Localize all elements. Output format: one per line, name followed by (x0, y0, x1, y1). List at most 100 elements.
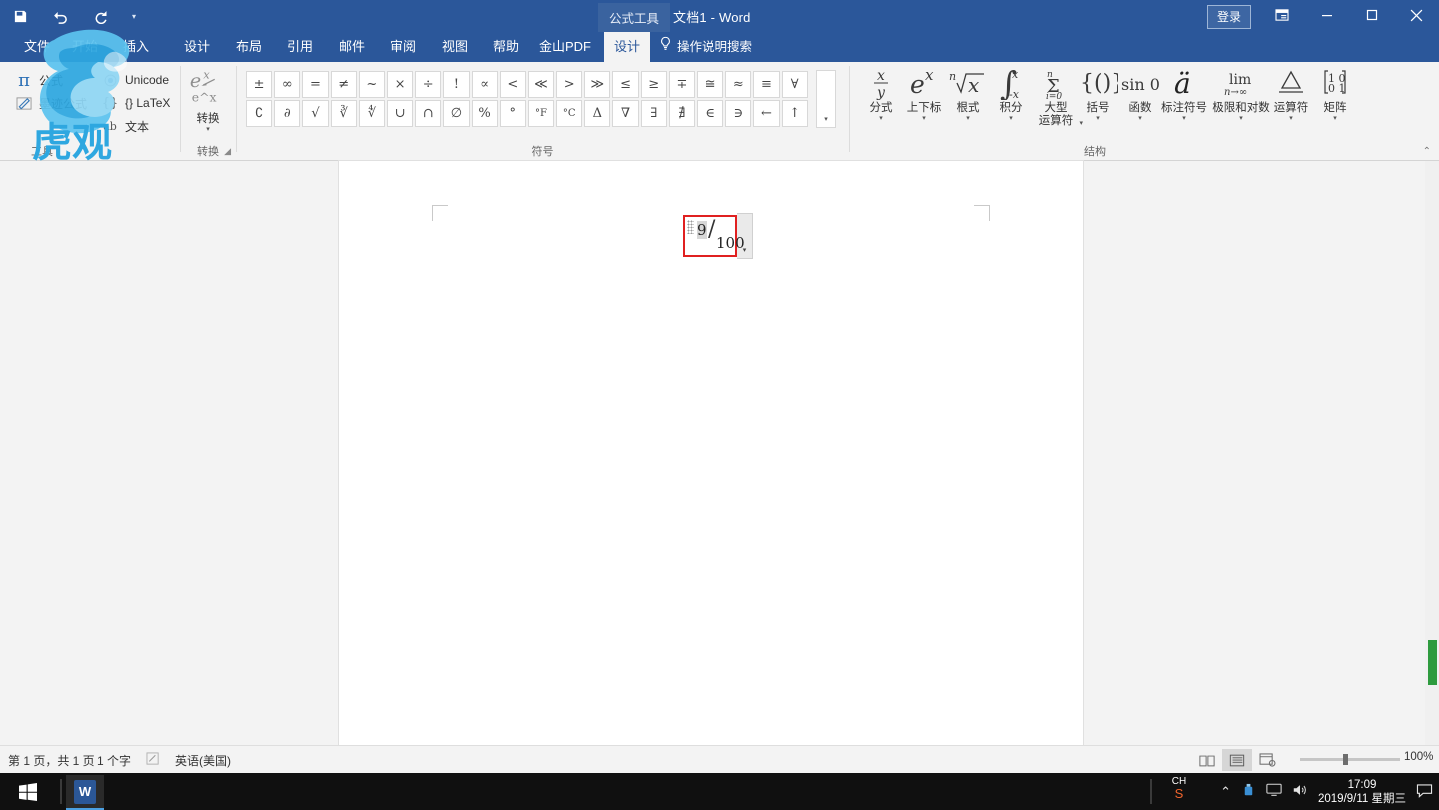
radical-button[interactable]: nx 根式 ▾ (944, 64, 992, 122)
taskbar-clock[interactable]: 17:09 2019/9/11 星期三 (1318, 778, 1406, 806)
symbol-cell[interactable]: ∝ (471, 71, 498, 98)
equation-box-selected[interactable]: 9 / 100 (683, 215, 745, 257)
symbol-cell[interactable]: ≠ (330, 71, 357, 98)
volume-icon[interactable] (1292, 783, 1308, 800)
print-layout-view-button[interactable] (1222, 749, 1252, 771)
symbol-cell[interactable]: ∞ (274, 71, 301, 98)
tab-layout[interactable]: 布局 (226, 32, 272, 62)
symbol-cell[interactable]: ← (753, 100, 780, 127)
abc-text-button[interactable]: ab 文本 (100, 116, 149, 136)
symbol-cell[interactable]: ∈ (697, 100, 724, 127)
symbol-cell[interactable]: ∜ (358, 100, 385, 127)
symbol-cell[interactable]: ∃ (640, 100, 667, 127)
tab-file[interactable]: 文件 (14, 32, 60, 62)
symbol-cell[interactable]: ≈ (725, 71, 752, 98)
page-indicator[interactable]: 第 1 页，共 1 页 (8, 752, 95, 769)
symbols-gallery[interactable]: ± ∞ = ≠ ~ × ÷! ∝ < ≪ > ≫ ≤ ≥ ∓ ≅ ≈ ≡ ∀ ∁ ∂ √ ∛ ∜ ∪ ∩ ∅% ° °F °C Δ ∇ ∃ ∄ ∈ ∋… (245, 70, 810, 128)
symbol-cell[interactable]: ∩ (415, 100, 442, 127)
collapse-ribbon-icon[interactable]: ⌃ (1423, 146, 1431, 157)
tell-me-search[interactable]: 操作说明搜索 (655, 32, 752, 62)
bracket-button[interactable]: {()} 括号 ▾ (1074, 64, 1122, 122)
convert-button[interactable]: e x e^x 转换 ▾ (184, 66, 232, 133)
tab-mailings[interactable]: 邮件 (329, 32, 375, 62)
zoom-slider-handle[interactable] (1343, 754, 1348, 765)
symbol-cell[interactable]: √ (302, 100, 329, 127)
symbol-cell[interactable]: ∄ (668, 100, 695, 127)
chevron-down-icon[interactable]: ▾ (206, 126, 210, 133)
read-mode-view-button[interactable] (1192, 749, 1222, 771)
chevron-down-icon[interactable]: ▾ (1333, 115, 1337, 122)
close-button[interactable] (1394, 0, 1439, 30)
script-button[interactable]: ex 上下标 ▾ (900, 64, 948, 122)
latex-button[interactable]: {} {} LaTeX (100, 93, 171, 113)
operator-button[interactable]: 运算符 ▾ (1265, 64, 1317, 122)
symbol-cell[interactable]: ≪ (527, 71, 555, 98)
equation-field[interactable]: 9 / 100 ▾ (683, 213, 753, 259)
usb-icon[interactable] (1241, 783, 1256, 801)
notifications-icon[interactable] (1416, 783, 1433, 801)
ime-language-indicator[interactable]: CH S (1165, 776, 1193, 801)
sign-in-button[interactable]: 登录 (1206, 5, 1251, 29)
tab-review[interactable]: 审阅 (380, 32, 426, 62)
chevron-down-icon[interactable]: ▾ (966, 115, 970, 122)
word-count[interactable]: 1 个字 (97, 752, 131, 769)
ribbon-display-options-icon[interactable] (1259, 0, 1304, 30)
chevron-down-icon[interactable]: ▾ (879, 115, 883, 122)
undo-icon[interactable] (40, 1, 80, 31)
chevron-down-icon[interactable]: ▾ (1289, 115, 1293, 122)
qat-customize-icon[interactable]: ▾ (120, 1, 148, 31)
symbol-cell[interactable]: ≤ (612, 71, 639, 98)
fraction-button[interactable]: xy 分式 ▾ (857, 64, 905, 122)
chevron-down-icon[interactable]: ▾ (824, 115, 828, 127)
chevron-down-icon[interactable]: ▾ (1009, 115, 1013, 122)
tab-help[interactable]: 帮助 (483, 32, 529, 62)
symbols-scroll[interactable]: ▾ (816, 70, 836, 128)
symbol-cell[interactable]: ÷ (415, 71, 442, 98)
document-page[interactable]: 9 / 100 ▾ (339, 161, 1083, 745)
zoom-level[interactable]: 100% (1404, 751, 1433, 763)
tab-design[interactable]: 设计 (174, 32, 220, 62)
symbol-cell[interactable]: °F (527, 100, 555, 127)
chevron-up-icon[interactable]: ⌃ (1220, 784, 1231, 800)
tab-home[interactable]: 开始 (62, 32, 108, 62)
symbol-cell[interactable]: = (302, 71, 329, 98)
save-icon[interactable] (0, 1, 40, 31)
symbol-cell[interactable]: ∋ (725, 100, 752, 127)
symbol-cell[interactable]: × (386, 71, 414, 98)
symbol-cell[interactable]: ≫ (584, 71, 611, 98)
symbol-cell[interactable]: > (556, 71, 583, 98)
scrollbar-thumb[interactable] (1428, 640, 1437, 685)
symbol-cell[interactable]: ∪ (386, 100, 414, 127)
chevron-down-icon[interactable]: ▾ (1182, 115, 1186, 122)
symbol-cell[interactable]: ° (499, 100, 526, 127)
symbol-cell[interactable]: ~ (358, 71, 385, 98)
unicode-button[interactable]: Unicode (100, 70, 169, 90)
accent-button[interactable]: ä 标注符号 ▾ (1156, 64, 1212, 122)
symbol-cell[interactable]: ≥ (640, 71, 667, 98)
symbol-cell[interactable]: ! (443, 71, 470, 98)
equation-button[interactable]: π 公式 (14, 70, 63, 91)
symbol-cell[interactable]: ∇ (612, 100, 639, 127)
maximize-button[interactable] (1349, 0, 1394, 30)
chevron-down-icon[interactable]: ▾ (1239, 115, 1243, 122)
matrix-button[interactable]: 1 00 1 矩阵 ▾ (1311, 64, 1359, 122)
chevron-down-icon[interactable]: ▾ (1096, 115, 1100, 122)
symbol-cell[interactable]: °C (556, 100, 583, 127)
symbol-cell[interactable]: ∅ (443, 100, 470, 127)
symbol-cell[interactable]: ∂ (274, 100, 301, 127)
symbol-cell[interactable]: ∓ (668, 71, 695, 98)
minimize-button[interactable] (1304, 0, 1349, 30)
symbol-cell[interactable]: ∀ (781, 71, 808, 98)
tab-view[interactable]: 视图 (432, 32, 478, 62)
zoom-slider[interactable] (1300, 754, 1400, 765)
ink-equation-button[interactable]: 墨迹公式 (14, 93, 87, 113)
equation-move-handle[interactable] (687, 220, 694, 234)
tab-insert[interactable]: 插入 (113, 32, 159, 62)
word-taskbar-button[interactable]: W (66, 775, 104, 810)
display-icon[interactable] (1266, 783, 1282, 800)
proofing-icon[interactable] (146, 752, 161, 769)
tab-kingsoft-pdf[interactable]: 金山PDF (529, 32, 601, 62)
symbol-cell[interactable]: % (471, 100, 498, 127)
chevron-down-icon[interactable]: ▾ (922, 115, 926, 122)
vertical-scrollbar[interactable] (1425, 161, 1439, 745)
